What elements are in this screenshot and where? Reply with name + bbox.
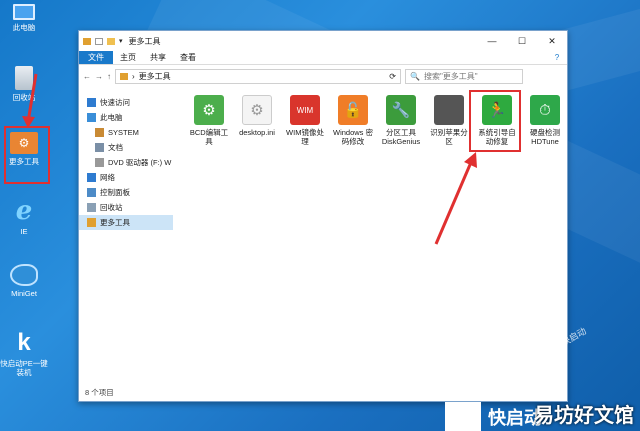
desktop-icon-pe-installer[interactable]: k 快启动PE一键装机	[0, 329, 48, 378]
nav-item-label: DVD 驱动器 (F:) W	[108, 158, 172, 167]
desktop-icon-miniget[interactable]: MiniGet	[0, 264, 48, 298]
file-item-label: WIM镜像处理	[286, 128, 324, 146]
back-icon[interactable]: ←	[83, 72, 91, 81]
nav-item-label: 回收站	[100, 203, 123, 212]
search-placeholder: 搜索"更多工具"	[423, 71, 478, 81]
status-bar: 8 个项目	[85, 388, 114, 397]
highlight-box-file	[469, 90, 521, 152]
nav-item-label: 文档	[108, 143, 123, 152]
search-icon: 🔍	[410, 71, 420, 81]
desktop-icon-label: 快启动PE一键装机	[0, 359, 48, 377]
desktop-icon-label: MiniGet	[11, 289, 37, 298]
title-bar: ▾ 更多工具 — ☐ ✕	[79, 31, 567, 51]
dropdown-icon[interactable]: ▾	[119, 37, 123, 45]
tab-share[interactable]: 共享	[143, 51, 173, 64]
user-icon	[95, 128, 104, 137]
arrow-down-icon	[22, 73, 38, 128]
desktop: 此电脑 回收站 ⚙ 更多工具 e IE MiniGet k 快启动PE一键装机 …	[0, 0, 640, 431]
file-item-label: 识别苹果分区	[430, 128, 468, 146]
nav-item[interactable]: SYSTEM	[79, 125, 173, 140]
network-icon	[87, 173, 96, 182]
folder-icon	[87, 218, 96, 227]
nav-item-label: 此电脑	[100, 113, 123, 122]
file-item-label: Windows 密码修改	[332, 128, 373, 146]
forward-icon[interactable]: →	[95, 72, 103, 81]
nav-item-label: 快速访问	[100, 98, 130, 107]
refresh-icon[interactable]: ⟳	[389, 72, 400, 81]
navigation-pane: 快速访问此电脑 SYSTEM 文档 DVD 驱动器 (F:) W 网络控制面板回收站更多…	[79, 87, 173, 387]
document-icon	[95, 143, 104, 152]
tab-file[interactable]: 文件	[79, 51, 113, 64]
pc-icon	[87, 113, 96, 122]
nav-item[interactable]: 快速访问	[79, 95, 173, 110]
nav-item[interactable]: 文档	[79, 140, 173, 155]
folder-icon	[83, 37, 91, 45]
wim-icon: WIM	[290, 95, 320, 125]
file-item[interactable]: ⚙ desktop.ini	[235, 95, 279, 137]
nav-item-label: SYSTEM	[108, 128, 139, 137]
desktop-icon-label: 此电脑	[12, 23, 36, 32]
new-folder-icon[interactable]	[107, 37, 115, 45]
quick-access-toolbar: ▾	[83, 37, 123, 45]
maximize-button[interactable]: ☐	[507, 36, 537, 47]
nav-item-label: 更多工具	[100, 218, 130, 227]
breadcrumb[interactable]: 更多工具	[139, 71, 171, 82]
gear-icon: ⚙	[194, 95, 224, 125]
desktop-icon-ie[interactable]: e IE	[0, 198, 48, 236]
properties-icon[interactable]	[95, 37, 103, 45]
watermark: 易坊好文馆	[534, 403, 634, 427]
file-item-label: BCD编辑工具	[189, 128, 229, 146]
help-icon[interactable]: ?	[547, 51, 567, 64]
star-icon	[87, 98, 96, 107]
breadcrumb-chevron-icon: ›	[132, 71, 135, 81]
file-item[interactable]: ⚙ BCD编辑工具	[187, 95, 231, 146]
file-item[interactable]: WIM WIM镜像处理	[283, 95, 327, 146]
file-item[interactable]: 识别苹果分区	[427, 95, 471, 146]
pc-icon	[13, 4, 35, 20]
explorer-window: ▾ 更多工具 — ☐ ✕ 文件 主页 共享 查看 ? ← → ↑ › 更多工具 …	[78, 30, 568, 402]
file-item[interactable]: 🔧 分区工具 DiskGenius	[379, 95, 423, 146]
file-item[interactable]: 🔓 Windows 密码修改	[331, 95, 375, 146]
tab-home[interactable]: 主页	[113, 51, 143, 64]
file-item[interactable]: ⏱ 硬盘检测 HDTune	[523, 95, 567, 146]
arrow-up-icon	[434, 152, 477, 245]
desktop-icon-this-pc[interactable]: 此电脑	[0, 4, 48, 32]
address-bar[interactable]: › 更多工具 ⟳	[115, 68, 401, 84]
desktop-icon-label: IE	[20, 227, 28, 236]
nav-item-label: 网络	[100, 173, 115, 182]
fish-icon	[10, 264, 38, 286]
nav-item[interactable]: DVD 驱动器 (F:) W	[79, 155, 173, 170]
nav-item[interactable]: 控制面板	[79, 185, 173, 200]
nav-item[interactable]: 网络	[79, 170, 173, 185]
control-panel-icon	[87, 188, 96, 197]
file-item-label: 硬盘检测 HDTune	[530, 128, 560, 146]
apple-icon	[434, 95, 464, 125]
ribbon-tabs: 文件 主页 共享 查看 ?	[79, 51, 567, 65]
disc-icon	[95, 158, 104, 167]
window-title: 更多工具	[128, 36, 161, 46]
lock-icon: 🔓	[338, 95, 368, 125]
close-button[interactable]: ✕	[537, 36, 567, 47]
nav-item[interactable]: 此电脑	[79, 110, 173, 125]
minimize-button[interactable]: —	[477, 36, 507, 47]
highlight-box-desktop	[4, 126, 50, 184]
ie-icon: e	[15, 196, 33, 226]
wrench-icon: 🔧	[386, 95, 416, 125]
nav-item-label: 控制面板	[100, 188, 130, 197]
up-icon[interactable]: ↑	[107, 72, 111, 81]
clock-check-icon: ⏱	[530, 95, 560, 125]
tab-view[interactable]: 查看	[173, 51, 203, 64]
nav-item[interactable]: 回收站	[79, 200, 173, 215]
file-item-label: desktop.ini	[239, 128, 275, 137]
search-input[interactable]: 🔍 搜索"更多工具"	[405, 68, 523, 84]
recycle-bin-icon	[87, 203, 96, 212]
file-item-label: 分区工具 DiskGenius	[381, 128, 421, 146]
k-logo-icon: k	[17, 329, 31, 356]
ini-file-icon: ⚙	[242, 95, 272, 125]
qr-code-image	[445, 402, 481, 431]
nav-item[interactable]: 更多工具	[79, 215, 173, 230]
address-row: ← → ↑ › 更多工具 ⟳ 🔍 搜索"更多工具"	[79, 65, 567, 87]
folder-icon	[120, 72, 128, 80]
